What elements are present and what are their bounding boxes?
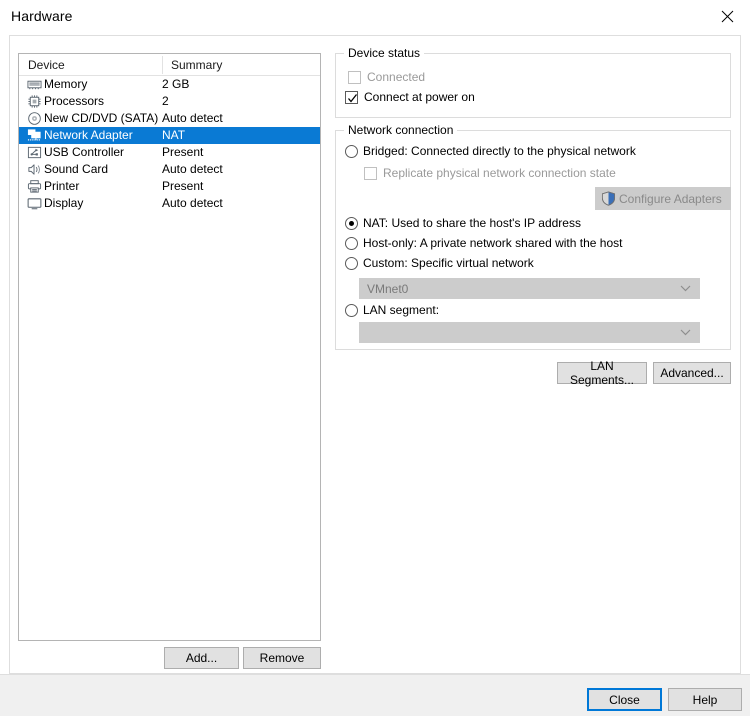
radio-custom[interactable]: Custom: Specific virtual network [345, 256, 534, 270]
radio-lan-segment[interactable]: LAN segment: [345, 303, 439, 317]
network-adapter-icon [27, 128, 42, 143]
radio-selected-icon [345, 216, 358, 230]
device-row-sound-card[interactable]: Sound Card Auto detect [19, 161, 320, 178]
device-summary: Present [162, 179, 204, 193]
chevron-down-icon [679, 327, 691, 339]
radio-nat-label: NAT: Used to share the host's IP address [363, 216, 581, 230]
radio-host-only-label: Host-only: A private network shared with… [363, 236, 623, 250]
device-row-memory[interactable]: Memory 2 GB [19, 76, 320, 93]
device-name: Printer [44, 179, 80, 193]
device-summary: 2 GB [162, 77, 190, 91]
connected-checkbox[interactable]: Connected [348, 70, 425, 84]
radio-unselected-icon [345, 144, 358, 158]
device-name: Network Adapter [44, 128, 133, 142]
usb-controller-icon [27, 145, 42, 160]
radio-nat[interactable]: NAT: Used to share the host's IP address [345, 216, 581, 230]
radio-custom-label: Custom: Specific virtual network [363, 256, 534, 270]
device-summary: Auto detect [162, 162, 223, 176]
replicate-state-label: Replicate physical network connection st… [383, 166, 616, 180]
lan-segment-combobox[interactable] [359, 322, 700, 343]
checkbox-unchecked-icon [364, 166, 377, 180]
sound-card-icon [27, 162, 42, 177]
configure-adapters-button[interactable]: Configure Adapters [595, 187, 731, 210]
window-title: Hardware [11, 8, 73, 24]
cd-dvd-icon [27, 111, 42, 126]
device-summary: Auto detect [162, 196, 223, 210]
device-row-usb-controller[interactable]: USB Controller Present [19, 144, 320, 161]
help-button[interactable]: Help [668, 688, 742, 711]
custom-network-combobox[interactable]: VMnet0 [359, 278, 700, 299]
device-summary: Auto detect [162, 111, 223, 125]
radio-unselected-icon [345, 256, 358, 270]
device-summary: Present [162, 145, 204, 159]
replicate-state-checkbox[interactable]: Replicate physical network connection st… [364, 166, 616, 180]
device-row-new-cd-dvd-sata[interactable]: New CD/DVD (SATA) Auto detect [19, 110, 320, 127]
column-header-device[interactable]: Device [28, 58, 65, 72]
device-row-printer[interactable]: Printer Present [19, 178, 320, 195]
device-summary: 2 [162, 94, 169, 108]
device-summary: NAT [162, 128, 186, 142]
remove-device-button[interactable]: Remove [243, 647, 321, 669]
processor-icon [27, 94, 42, 109]
radio-host-only[interactable]: Host-only: A private network shared with… [345, 236, 622, 250]
shield-icon [601, 191, 616, 206]
advanced-button[interactable]: Advanced... [653, 362, 731, 384]
chevron-down-icon [679, 283, 691, 295]
device-list[interactable]: Device Summary Memory 2 GB Processors 2 … [18, 53, 321, 641]
printer-icon [27, 179, 42, 194]
device-row-processors[interactable]: Processors 2 [19, 93, 320, 110]
device-name: Sound Card [44, 162, 109, 176]
device-name: Memory [44, 77, 88, 91]
connected-label: Connected [367, 70, 426, 84]
configure-adapters-label: Configure Adapters [619, 191, 722, 206]
display-icon [27, 196, 42, 211]
checkbox-checked-icon [345, 90, 358, 104]
device-row-network-adapter[interactable]: Network Adapter NAT [19, 127, 320, 144]
radio-bridged-label: Bridged: Connected directly to the physi… [363, 144, 636, 158]
memory-icon [27, 77, 42, 92]
device-status-group: Device status [335, 46, 731, 118]
device-name: New CD/DVD (SATA) [44, 111, 159, 125]
close-button[interactable]: Close [587, 688, 662, 711]
close-window-button[interactable] [704, 0, 750, 32]
radio-unselected-icon [345, 303, 358, 317]
device-status-title: Device status [344, 46, 425, 60]
device-name: USB Controller [44, 145, 125, 159]
device-name: Processors [44, 94, 105, 108]
device-list-header: Device Summary [19, 54, 320, 76]
add-device-button[interactable]: Add... [164, 647, 239, 669]
device-name: Display [44, 196, 84, 210]
connect-at-power-on-checkbox[interactable]: Connect at power on [345, 90, 475, 104]
radio-bridged[interactable]: Bridged: Connected directly to the physi… [345, 144, 636, 158]
column-divider [162, 56, 163, 74]
lan-segments-button[interactable]: LAN Segments... [557, 359, 647, 387]
title-bar: Hardware [0, 0, 750, 33]
device-rows-container: Memory 2 GB Processors 2 New CD/DVD (SATA)… [19, 76, 320, 212]
device-row-display[interactable]: Display Auto detect [19, 195, 320, 212]
radio-lan-segment-label: LAN segment: [363, 303, 440, 317]
connect-at-power-on-label: Connect at power on [364, 90, 475, 104]
checkbox-unchecked-icon [348, 70, 361, 84]
radio-unselected-icon [345, 236, 358, 250]
close-icon [721, 10, 734, 23]
column-header-summary[interactable]: Summary [171, 58, 222, 72]
network-connection-title: Network connection [344, 123, 458, 137]
custom-network-value: VMnet0 [367, 281, 409, 296]
